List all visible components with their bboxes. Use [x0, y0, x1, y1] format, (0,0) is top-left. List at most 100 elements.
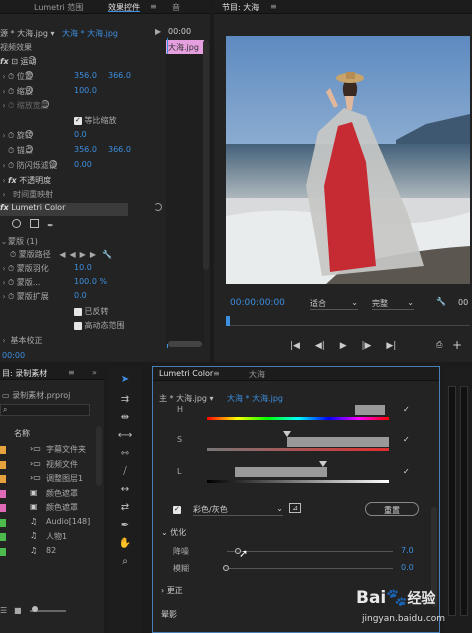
program-playhead[interactable] — [226, 316, 230, 326]
l-enable-checkbox[interactable]: ✓ — [403, 467, 410, 476]
invert-mask-icon[interactable]: ⊿ — [289, 503, 301, 513]
slide-icon[interactable]: ⇄ — [108, 502, 142, 513]
rectangle-mask-icon[interactable] — [29, 219, 39, 228]
effect-time-remap[interactable]: › 时间重映射 — [0, 189, 53, 202]
project-scrollbar[interactable] — [96, 426, 102, 486]
project-title[interactable]: 目: 录制素材 — [2, 368, 47, 379]
correction-section[interactable]: › 更正 — [161, 585, 183, 596]
blur-slider-track[interactable] — [227, 568, 393, 569]
track-forward-icon[interactable]: ▶ — [90, 250, 96, 259]
anchor-x-value[interactable]: 356.0 — [74, 145, 97, 154]
reset-icon[interactable] — [24, 130, 33, 138]
position-x-value[interactable]: 356.0 — [74, 71, 97, 80]
track-back-icon[interactable]: ◀ — [59, 250, 65, 259]
list-item[interactable]: ›▭ 字幕文件夹 — [0, 444, 94, 457]
list-item[interactable]: ▣ 颜色遮罩 — [0, 502, 94, 515]
effect-opacity[interactable]: › fx 不透明度 — [0, 175, 51, 188]
list-item[interactable]: ›▭ 调整图层1 — [0, 473, 94, 486]
ripple-edit-icon[interactable]: ⇹ — [108, 412, 142, 423]
reset-button[interactable]: 重置 — [365, 502, 419, 516]
list-item[interactable]: ▣ 颜色遮罩 — [0, 488, 94, 501]
step-back-icon[interactable]: ◀| — [315, 341, 325, 351]
denoise-slider-track[interactable] — [227, 551, 393, 552]
anchor-y-value[interactable]: 366.0 — [108, 145, 131, 154]
reset-icon[interactable] — [24, 145, 33, 153]
stopwatch-icon[interactable]: ⏱ — [8, 292, 14, 301]
pen-mask-icon[interactable]: ✒ — [47, 221, 54, 230]
wrench-icon[interactable]: 🔧 — [102, 250, 112, 259]
s-enable-checkbox[interactable]: ✓ — [403, 435, 410, 444]
ellipse-mask-icon[interactable] — [12, 219, 21, 228]
reset-icon[interactable] — [24, 71, 33, 79]
go-to-in-icon[interactable]: |◀ — [290, 341, 300, 351]
column-name-header[interactable]: 名称 — [14, 428, 30, 439]
blur-value[interactable]: 0.0 — [401, 563, 414, 572]
saturation-range-slider[interactable] — [207, 431, 389, 447]
play-icon[interactable]: ▶ — [155, 27, 161, 36]
fit-dropdown[interactable]: 适合 ⌄ — [310, 298, 358, 310]
scale-value[interactable]: 100.0 — [74, 86, 97, 95]
tab-sequence[interactable]: 大海 — [249, 369, 265, 380]
list-item[interactable]: ♫ 82 — [0, 546, 94, 559]
list-view-icon[interactable]: ☰ — [0, 606, 7, 615]
wrench-icon[interactable]: 🔧 — [436, 297, 446, 306]
add-button-icon[interactable]: + — [452, 338, 462, 352]
uniform-scale-checkbox[interactable] — [74, 116, 82, 125]
project-search[interactable]: ⌕ — [0, 404, 90, 416]
show-mask-checkbox[interactable] — [173, 505, 181, 514]
list-item[interactable]: ›▭ 视频文件 — [0, 459, 94, 472]
reset-icon[interactable] — [24, 86, 33, 94]
h-enable-checkbox[interactable]: ✓ — [403, 405, 410, 414]
tab-lumetri-color[interactable]: Lumetri Color — [159, 369, 213, 378]
program-title[interactable]: 节目: 大海 — [222, 2, 259, 13]
stopwatch-icon[interactable]: ⏱ — [10, 250, 16, 259]
stopwatch-icon[interactable]: ⏱ — [8, 72, 14, 81]
step-forward-icon[interactable]: |▶ — [361, 341, 371, 351]
stopwatch-icon[interactable]: ⏱ — [8, 264, 14, 273]
source-selector[interactable]: 源 * 大海.jpg ▾ — [0, 28, 55, 39]
stopwatch-icon[interactable]: ⏱ — [8, 131, 14, 140]
menu-icon[interactable]: ≡ — [68, 368, 75, 377]
program-ruler[interactable] — [226, 316, 470, 326]
reset-icon[interactable] — [154, 203, 162, 211]
export-frame-icon[interactable]: ⎙ — [436, 340, 442, 350]
luminance-range-slider[interactable] — [207, 461, 389, 479]
basic-correction-row[interactable]: › 基本校正 — [0, 335, 42, 348]
mask-expand-value[interactable]: 0.0 — [74, 291, 87, 300]
refine-section[interactable]: ⌄ 优化 — [161, 527, 186, 538]
zoom-icon[interactable]: ⌕ — [108, 556, 142, 567]
colorgray-dropdown[interactable]: 彩色/灰色 ⌄ — [193, 504, 283, 516]
video-frame[interactable] — [226, 36, 470, 284]
sequence-selector[interactable]: 大海 * 大海.jpg — [62, 28, 118, 39]
play-icon[interactable]: ▶ — [340, 341, 347, 351]
step-back-icon[interactable]: ◀ — [70, 250, 76, 259]
quality-dropdown[interactable]: 完整 ⌄ — [372, 298, 414, 310]
lumetri-source-selector[interactable]: 主 * 大海.jpg ▾ — [159, 393, 214, 404]
vignette-section[interactable]: 晕影 — [161, 609, 177, 620]
hq-checkbox[interactable] — [74, 321, 82, 330]
list-item[interactable]: ♫ 人物1 — [0, 531, 94, 544]
mask-opacity-value[interactable]: 100.0 % — [74, 277, 107, 286]
tab-effect-controls[interactable]: 效果控件 — [108, 2, 140, 13]
luminance-top-handle[interactable] — [319, 461, 327, 467]
position-y-value[interactable]: 366.0 — [108, 71, 131, 80]
go-to-out-icon[interactable]: ▶| — [386, 341, 396, 351]
zoom-handle[interactable] — [168, 341, 202, 347]
rolling-edit-icon[interactable]: ⟷ — [108, 430, 142, 441]
inverted-checkbox[interactable] — [74, 307, 82, 316]
menu-icon[interactable]: ≡ — [270, 2, 277, 11]
saturation-top-handle[interactable] — [283, 431, 291, 437]
rotation-value[interactable]: 0.0 — [74, 130, 87, 139]
pen-icon[interactable]: ✒ — [108, 520, 142, 531]
denoise-value[interactable]: 7.0 — [401, 546, 414, 555]
expand-icon[interactable]: » — [92, 368, 97, 377]
mask-group[interactable]: ⌄蒙版 (1) — [0, 236, 38, 249]
effect-lumetri-color[interactable]: fx Lumetri Color — [0, 203, 128, 216]
step-forward-icon[interactable]: ▶ — [80, 250, 86, 259]
hue-range-slider[interactable] — [207, 405, 389, 417]
effect-motion[interactable]: fx ⊡ 运动 — [0, 56, 37, 69]
hand-icon[interactable]: ✋ — [108, 538, 142, 549]
razor-icon[interactable]: ⧸ — [108, 466, 142, 477]
stopwatch-icon[interactable]: ⏱ — [8, 146, 14, 155]
zoom-knob[interactable] — [32, 606, 38, 612]
